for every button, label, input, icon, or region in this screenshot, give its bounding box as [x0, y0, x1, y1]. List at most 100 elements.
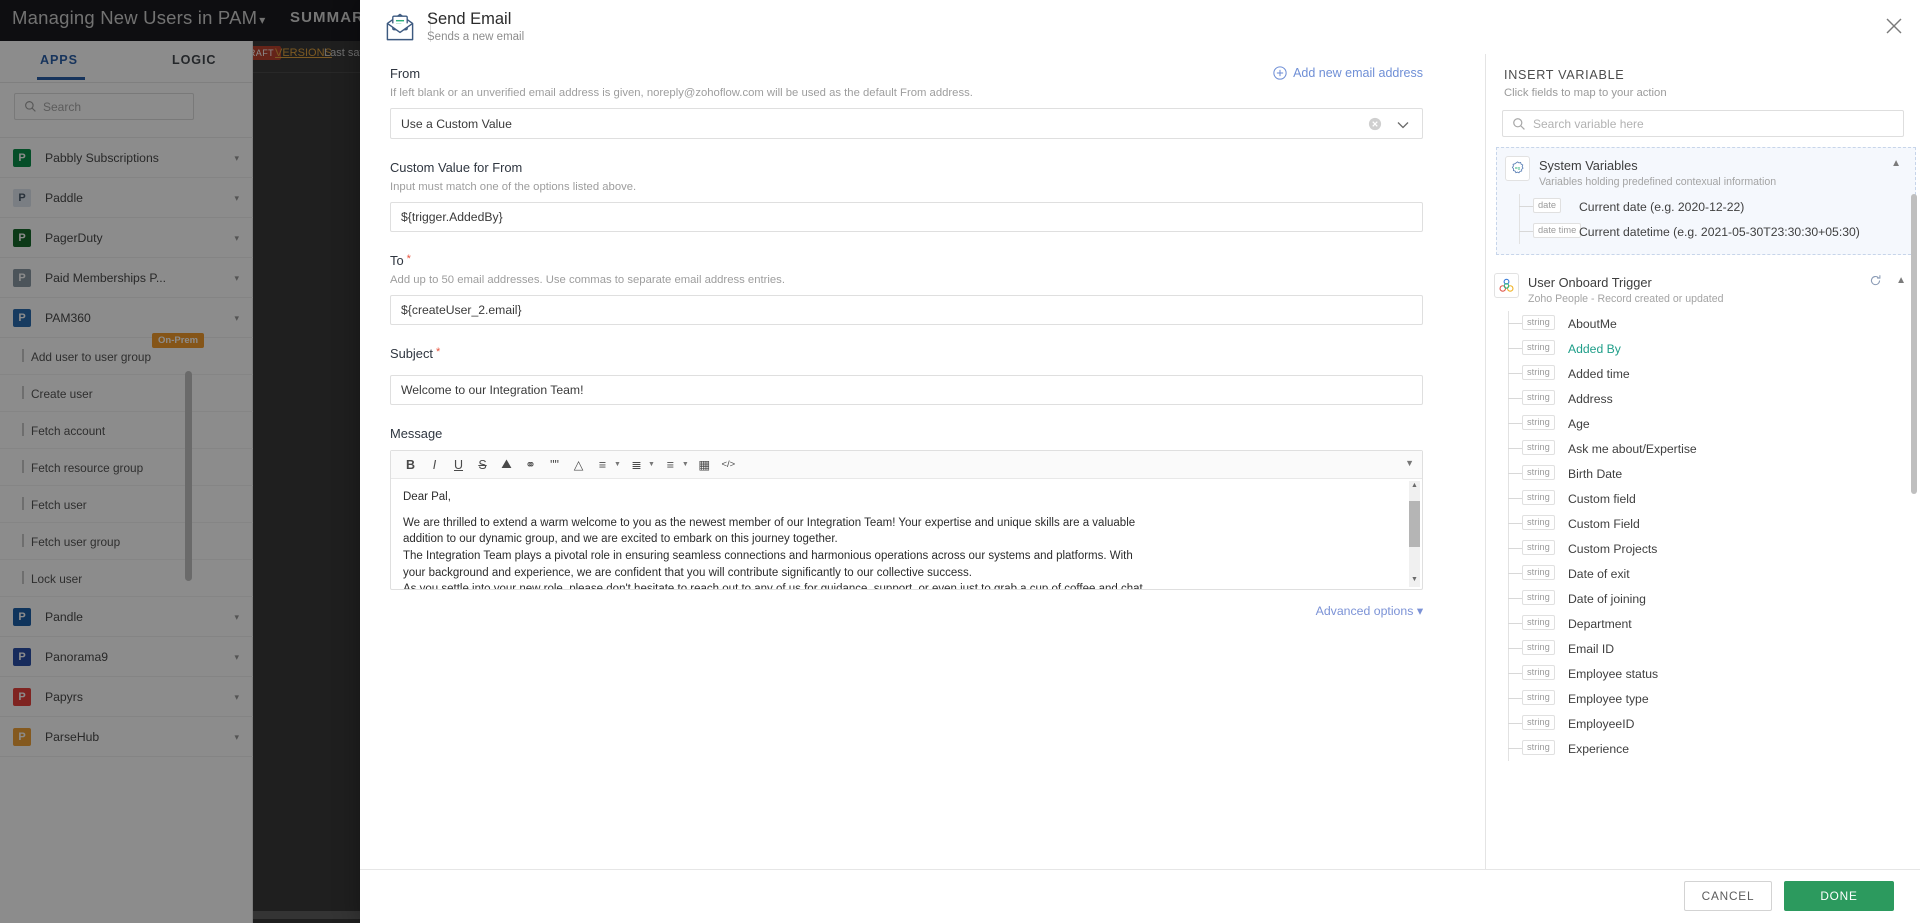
field-message: Message B I U S ⛰ ⚭ "" △ ≡ ▼ ≣ ▼ ≡ ▼ ▦ </> ▼ Dear Pal, We… [390, 426, 1423, 618]
custom-value-from-input[interactable]: ${trigger.AddedBy} [390, 202, 1423, 232]
variable-type-badge: string [1522, 590, 1555, 606]
variable-type-badge: date time [1533, 223, 1582, 239]
variable-item[interactable]: string Custom Field [1486, 511, 1920, 536]
link-icon[interactable]: ⚭ [520, 454, 541, 475]
message-label: Message [390, 426, 443, 441]
user-onboard-trigger-icon [1494, 273, 1519, 298]
underline-icon[interactable]: U [448, 454, 469, 475]
to-hint: Add up to 50 email addresses. Use commas… [390, 274, 785, 286]
italic-icon[interactable]: I [424, 454, 445, 475]
variable-name: Added time [1568, 366, 1630, 381]
variable-type-badge: string [1522, 540, 1555, 556]
variable-item[interactable]: string EmployeeID [1486, 711, 1920, 736]
field-from: From If left blank or an unverified emai… [390, 66, 1423, 139]
chevron-down-icon[interactable]: ▼ [682, 461, 689, 468]
subject-input[interactable]: Welcome to our Integration Team! [390, 375, 1423, 405]
clear-format-icon[interactable]: △ [568, 454, 589, 475]
variable-name: Date of exit [1568, 566, 1630, 581]
chevron-down-icon[interactable]: ▼ [648, 461, 655, 468]
variable-items: string AboutMe string Added By string Added t… [1486, 311, 1920, 761]
tree-branch [1508, 498, 1522, 499]
list-icon[interactable]: ≣ [626, 454, 647, 475]
svg-text:=x: =x [1515, 166, 1521, 172]
from-label: From [390, 66, 421, 81]
chevron-up-icon[interactable]: ▲ [1896, 275, 1906, 286]
variable-item[interactable]: string Added time [1486, 361, 1920, 386]
variable-name: Birth Date [1568, 466, 1623, 481]
to-value: ${createUser_2.email} [401, 303, 522, 317]
tree-branch [1508, 748, 1522, 749]
variable-item[interactable]: string Ask me about/Expertise [1486, 436, 1920, 461]
variable-name: Custom Field [1568, 516, 1640, 531]
from-value: Use a Custom Value [401, 116, 512, 131]
table-icon[interactable]: ▦ [694, 454, 715, 475]
variable-item[interactable]: string Custom field [1486, 486, 1920, 511]
variable-group-name: User Onboard Trigger [1528, 275, 1652, 290]
variable-search-placeholder: Search variable here [1533, 116, 1644, 131]
variable-item[interactable]: string Age [1486, 411, 1920, 436]
variable-type-badge: string [1522, 690, 1555, 706]
variable-item[interactable]: string AboutMe [1486, 311, 1920, 336]
variable-panel-scrollbar[interactable] [1911, 194, 1917, 494]
variable-item[interactable]: string Experience [1486, 736, 1920, 761]
variable-item[interactable]: string Department [1486, 611, 1920, 636]
variable-name: AboutMe [1568, 316, 1617, 331]
variable-item[interactable]: date Current date (e.g. 2020-12-22) [1497, 194, 1915, 219]
clear-selection-icon[interactable] [1368, 117, 1382, 131]
insert-variable-panel: INSERT VARIABLE Click fields to map to y… [1485, 54, 1920, 869]
close-icon[interactable] [1882, 14, 1906, 38]
tree-branch [1508, 623, 1522, 624]
variable-item[interactable]: string Date of joining [1486, 586, 1920, 611]
variable-item[interactable]: date time Current datetime (e.g. 2021-05-… [1497, 219, 1915, 244]
variable-name: Current date (e.g. 2020-12-22) [1579, 199, 1745, 214]
subject-label: Subject * [390, 346, 441, 361]
variable-item[interactable]: string Email ID [1486, 636, 1920, 661]
editor-expand-icon[interactable]: ▼ [1405, 458, 1414, 468]
tree-branch [1519, 206, 1533, 207]
image-icon[interactable]: ⛰ [496, 454, 517, 475]
tree-branch [1508, 373, 1522, 374]
variable-item[interactable]: string Date of exit [1486, 561, 1920, 586]
tree-branch [1508, 398, 1522, 399]
message-line: your background and experience, we are c… [403, 566, 972, 579]
refresh-icon[interactable] [1869, 274, 1882, 287]
variable-group-user-onboard-trigger: User Onboard Trigger Zoho People - Record… [1486, 265, 1920, 771]
scroll-up-icon[interactable]: ▲ [1409, 481, 1420, 492]
variable-item[interactable]: string Address [1486, 386, 1920, 411]
strikethrough-icon[interactable]: S [472, 454, 493, 475]
send-email-dialog: Send Email Sends a new email Add new ema… [360, 0, 1920, 923]
variable-type-badge: string [1522, 465, 1555, 481]
code-icon[interactable]: </> [718, 454, 739, 475]
to-required-marker: * [406, 253, 411, 265]
advanced-options-toggle[interactable]: Advanced options ▾ [1316, 604, 1423, 618]
variable-type-badge: string [1522, 515, 1555, 531]
variable-search-input[interactable]: Search variable here [1502, 110, 1904, 137]
variable-items: date Current date (e.g. 2020-12-22) date t… [1497, 194, 1915, 244]
dialog-header: Send Email Sends a new email [360, 0, 1920, 54]
indent-icon[interactable]: ≡ [660, 454, 681, 475]
custom-value-from-value: ${trigger.AddedBy} [401, 210, 503, 224]
chevron-down-icon[interactable]: ▼ [614, 461, 621, 468]
chevron-down-icon[interactable] [1397, 121, 1409, 129]
align-icon[interactable]: ≡ [592, 454, 613, 475]
variable-item[interactable]: string Employee status [1486, 661, 1920, 686]
variable-item[interactable]: string Employee type [1486, 686, 1920, 711]
variable-name: Employee status [1568, 666, 1659, 681]
bold-icon[interactable]: B [400, 454, 421, 475]
variable-type-badge: string [1522, 715, 1555, 731]
done-button[interactable]: DONE [1784, 881, 1894, 911]
cancel-button[interactable]: CANCEL [1684, 881, 1772, 911]
scroll-down-icon[interactable]: ▼ [1409, 575, 1420, 586]
variable-item[interactable]: string Birth Date [1486, 461, 1920, 486]
dialog-subtitle: Sends a new email [427, 31, 525, 43]
variable-item[interactable]: string Added By [1486, 336, 1920, 361]
message-textarea[interactable]: Dear Pal, We are thrilled to extend a war… [391, 479, 1422, 589]
variable-type-badge: string [1522, 390, 1555, 406]
variable-item[interactable]: string Custom Projects [1486, 536, 1920, 561]
variable-type-badge: string [1522, 415, 1555, 431]
from-select[interactable]: Use a Custom Value [390, 108, 1423, 139]
chevron-up-icon[interactable]: ▲ [1891, 158, 1901, 169]
quote-icon[interactable]: "" [544, 454, 565, 475]
to-input[interactable]: ${createUser_2.email} [390, 295, 1423, 325]
message-scroll-thumb[interactable] [1409, 501, 1420, 547]
